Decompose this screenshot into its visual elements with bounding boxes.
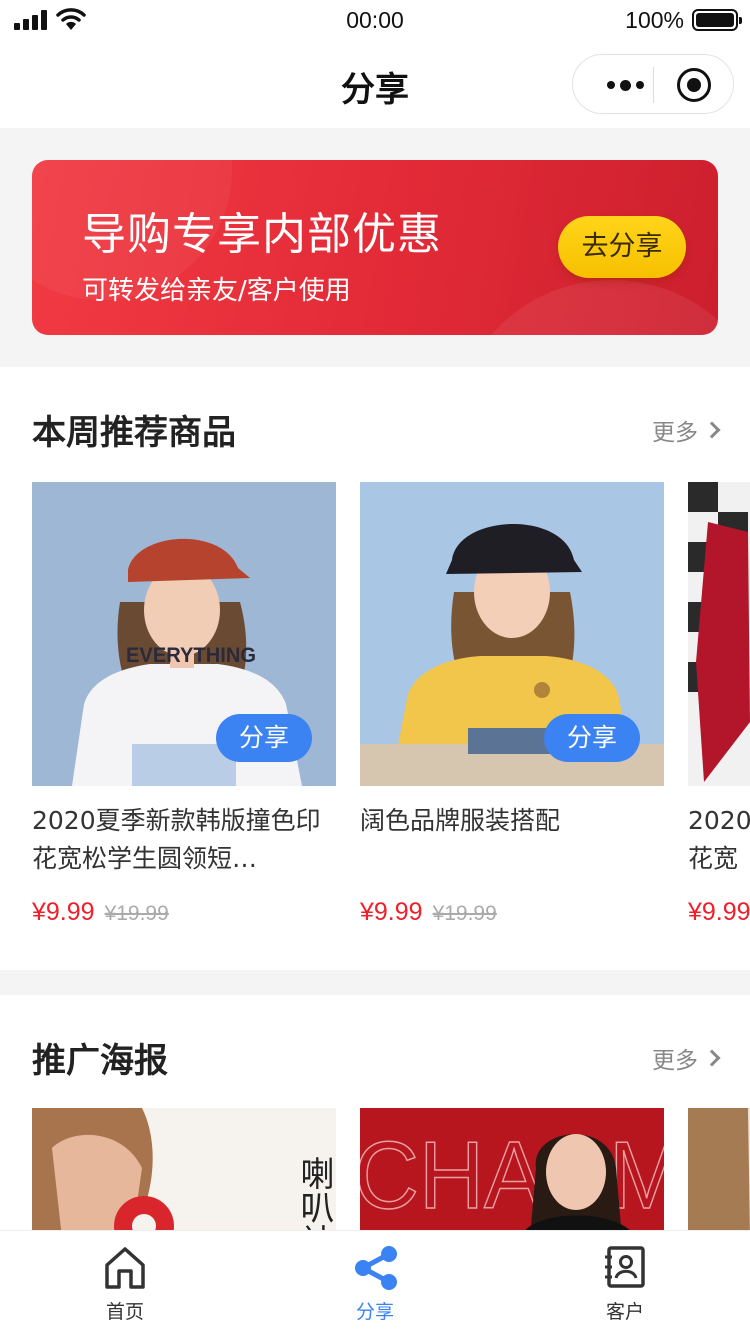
shirt-print-text: EVERYTHING: [126, 644, 256, 667]
status-bar: 00:00 100%: [0, 0, 750, 42]
product-share-button[interactable]: 分享: [216, 714, 312, 762]
product-price: ¥9.99: [360, 898, 423, 926]
tab-label: 首页: [105, 1301, 144, 1323]
more-options-icon[interactable]: [597, 73, 653, 97]
product-card[interactable]: 分享 阔色品牌服装搭配 ¥9.99 ¥19.99: [360, 482, 664, 927]
contacts-icon: [605, 1246, 645, 1288]
banner-subtitle: 可转发给亲友/客户使用: [82, 276, 351, 306]
product-image[interactable]: 分享: [688, 482, 750, 786]
chevron-right-icon: [703, 1049, 721, 1067]
product-price: ¥9.99: [688, 898, 750, 926]
product-original-price: ¥19.99: [104, 902, 169, 925]
go-share-button[interactable]: 去分享: [558, 216, 686, 278]
recommend-section: 本周推荐商品 更多 EVERYTHING 分享 2020夏季新款韩版撞色印花宽松…: [0, 367, 750, 970]
navigation-bar: 分享: [0, 42, 750, 128]
poster-image: 喇叭神: [32, 1108, 336, 1230]
poster-card[interactable]: CHARM: [360, 1108, 664, 1230]
poster-image: CHARM: [360, 1108, 664, 1230]
product-image[interactable]: 分享: [360, 482, 664, 786]
section-title: 本周推荐商品: [32, 413, 236, 453]
miniprogram-capsule: [572, 54, 734, 114]
banner-title: 导购专享内部优惠: [82, 209, 442, 260]
product-image[interactable]: EVERYTHING 分享: [32, 482, 336, 786]
poster-image: [688, 1108, 750, 1230]
poster-section: 推广海报 更多 喇叭神 CHARM: [0, 995, 750, 1230]
product-card[interactable]: EVERYTHING 分享 2020夏季新款韩版撞色印花宽松学生圆领短… ¥9.…: [32, 482, 336, 927]
battery-percent: 100%: [625, 7, 684, 33]
product-price: ¥9.99: [32, 898, 95, 926]
bottom-tab-bar: 首页 分享 客户: [0, 1230, 750, 1333]
battery-icon: [692, 9, 742, 31]
product-share-button[interactable]: 分享: [544, 714, 640, 762]
chevron-right-icon: [703, 421, 721, 439]
poster-card[interactable]: [688, 1108, 750, 1230]
tab-customers[interactable]: 客户: [500, 1231, 750, 1333]
product-photo-illustration: [688, 482, 750, 786]
capsule-divider: [653, 67, 654, 103]
banner-decoration: [452, 280, 718, 335]
product-name: 阔色品牌服装搭配: [360, 806, 561, 835]
tab-label: 客户: [605, 1301, 644, 1323]
recommend-more-link[interactable]: 更多: [652, 413, 721, 447]
product-name: 2020夏季新款韩版撞色印花宽松学生圆领短…: [32, 806, 321, 873]
more-label: 更多: [652, 1048, 698, 1074]
tab-home[interactable]: 首页: [0, 1231, 250, 1333]
share-icon: [355, 1246, 397, 1290]
more-label: 更多: [652, 420, 698, 446]
poster-vertical-text: 喇叭神: [294, 1156, 334, 1230]
poster-more-link[interactable]: 更多: [652, 1041, 721, 1075]
product-original-price: ¥19.99: [432, 902, 497, 925]
tab-label: 分享: [355, 1301, 394, 1323]
close-miniprogram-icon[interactable]: [677, 68, 711, 102]
product-name: 2020夏季新款韩版撞色印花宽: [688, 806, 750, 873]
product-card[interactable]: 分享 2020夏季新款韩版撞色印花宽 ¥9.99: [688, 482, 750, 927]
poster-card[interactable]: 喇叭神: [32, 1108, 336, 1230]
home-icon: [105, 1247, 145, 1289]
promo-banner[interactable]: 导购专享内部优惠 可转发给亲友/客户使用 去分享: [32, 160, 718, 335]
section-title: 推广海报: [32, 1041, 168, 1081]
tab-share[interactable]: 分享: [250, 1231, 500, 1333]
